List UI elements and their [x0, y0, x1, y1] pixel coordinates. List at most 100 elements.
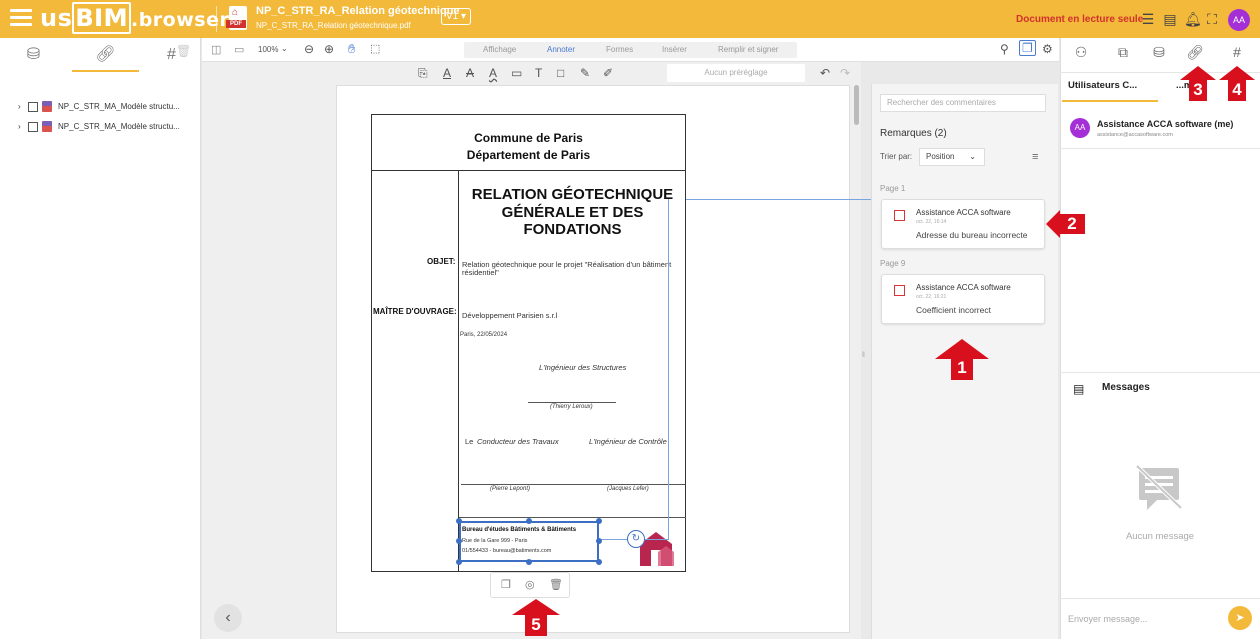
tree-item[interactable]: › NP_C_STR_MA_Modèle structu...	[18, 100, 180, 114]
resize-handle[interactable]	[596, 538, 602, 544]
hash-icon: #	[167, 46, 176, 63]
layers-icon[interactable]: ⧉	[1112, 44, 1134, 66]
panel-resize-handle[interactable]: ‖	[862, 352, 865, 359]
comment-card[interactable]: Assistance ACCA software oct. 22, 16:21 …	[881, 274, 1045, 324]
resize-handle[interactable]	[596, 559, 602, 565]
user-list-email: assistance@accasoftware.com	[1097, 132, 1173, 138]
trash-icon[interactable]: 🗑︎	[176, 44, 191, 58]
style-palette-icon[interactable]: ◎	[525, 578, 535, 591]
text-tool-icon[interactable]: T	[535, 66, 542, 80]
version-dropdown[interactable]: V1 ▾	[441, 8, 472, 25]
vertical-scrollbar[interactable]	[854, 85, 859, 125]
hamburger-menu-icon[interactable]	[10, 9, 32, 29]
objet-text-line2: résidentiel"	[462, 268, 499, 277]
users-icon[interactable]: ⚇	[1070, 44, 1092, 66]
link-icon[interactable]: 🔗︎	[1184, 44, 1206, 66]
doc-frame	[371, 114, 686, 572]
comments-search-input[interactable]: Rechercher des commentaires	[880, 94, 1046, 112]
comment-shape-icon	[894, 285, 905, 296]
sort-select[interactable]: Position ⌄	[919, 148, 985, 166]
redo-icon[interactable]: ↷	[840, 66, 850, 80]
tree-item[interactable]: › NP_C_STR_MA_Modèle structu...	[18, 120, 180, 134]
divider	[1060, 372, 1260, 373]
conducteur-prefix: Le	[465, 437, 474, 446]
document-title: NP_C_STR_RA_Relation géotechnique	[256, 5, 460, 17]
link-icon: 🔗︎	[95, 46, 116, 63]
comment-page-label: Page 1	[880, 184, 906, 193]
delete-icon[interactable]: 🗑︎	[549, 578, 563, 591]
pen-tool-icon[interactable]: ✎	[580, 66, 590, 80]
comment-card[interactable]: Assistance ACCA software oct. 22, 16:14 …	[881, 199, 1045, 249]
pan-hand-icon[interactable]: ✋︎	[348, 41, 355, 57]
comments-toggle-icon[interactable]: ❐	[1019, 40, 1036, 56]
message-icon: ▤	[1073, 382, 1085, 396]
topbar-separator	[216, 6, 217, 32]
database-icon[interactable]: ☰	[1140, 11, 1156, 27]
database-icon[interactable]: ⛁	[1148, 44, 1170, 66]
comment-note-icon[interactable]: ▭	[511, 66, 522, 80]
previous-page-button[interactable]: ‹	[214, 604, 242, 632]
comment-page-label: Page 9	[880, 259, 906, 268]
comment-author: Assistance ACCA software	[916, 283, 1011, 292]
preset-selector[interactable]: Aucun préréglage	[667, 64, 805, 82]
callout-2: 2	[1059, 214, 1085, 234]
page-view-icon[interactable]: ▭	[234, 43, 244, 56]
logo-us: us	[40, 4, 73, 32]
select-area-icon[interactable]: ⬚	[370, 42, 380, 55]
resize-handle[interactable]	[456, 559, 462, 565]
settings-gear-icon[interactable]: ⚙	[1042, 42, 1053, 56]
model-icon	[42, 121, 52, 133]
underline-icon[interactable]: A	[443, 66, 451, 80]
fullscreen-icon[interactable]: ⛶	[1204, 11, 1220, 27]
resize-handle[interactable]	[596, 518, 602, 524]
send-message-button[interactable]: ➤	[1228, 606, 1252, 630]
tab-inserer[interactable]: Insérer	[662, 45, 687, 54]
bell-icon[interactable]: 🔔︎	[1184, 11, 1202, 27]
resize-handle[interactable]	[456, 518, 462, 524]
selected-annotation-box[interactable]	[459, 521, 599, 562]
chevron-down-icon[interactable]: ⌄	[281, 44, 288, 53]
search-icon[interactable]: ⚲	[1000, 42, 1009, 56]
tab-remplir-signer[interactable]: Remplir et signer	[718, 45, 778, 54]
no-messages-icon	[1135, 464, 1183, 510]
zoom-select[interactable]: 100%	[258, 45, 278, 54]
checkbox[interactable]	[28, 121, 38, 132]
tab-models[interactable]: ⛁	[0, 38, 67, 72]
highlighter-tool-icon[interactable]: ✐	[603, 66, 613, 80]
resize-handle[interactable]	[456, 538, 462, 544]
zoom-in-icon[interactable]: ⊕	[324, 42, 334, 56]
callout-5: 5	[525, 614, 547, 636]
rotate-handle-icon[interactable]: ↻	[627, 530, 645, 548]
zoom-out-icon[interactable]: ⊖	[304, 42, 314, 56]
sidebar-toggle-icon[interactable]: ◫	[211, 43, 221, 56]
tab-annoter[interactable]: Annoter	[547, 45, 575, 54]
signer-pierre: (Pierre Lepont)	[490, 486, 531, 492]
tab-hashtags[interactable]: #	[138, 38, 205, 72]
checkbox[interactable]	[28, 101, 38, 112]
rectangle-tool-icon[interactable]: □	[557, 66, 564, 80]
user-avatar[interactable]: AA	[1228, 9, 1250, 31]
footer-divider	[459, 517, 686, 518]
text-style-icon[interactable]: ⎘	[418, 66, 428, 81]
doc-header-divider	[371, 170, 686, 171]
resize-handle[interactable]	[526, 559, 532, 565]
undo-icon[interactable]: ↶	[820, 66, 830, 80]
tab-links[interactable]: 🔗︎	[72, 38, 139, 72]
messages-title: Messages	[1102, 382, 1150, 393]
hash-icon[interactable]: #	[1226, 44, 1248, 66]
tab-users[interactable]: Utilisateurs C...	[1068, 80, 1137, 91]
tab-formes[interactable]: Formes	[606, 45, 633, 54]
message-input[interactable]: Envoyer message...	[1068, 614, 1148, 624]
tab-affichage[interactable]: Affichage	[483, 45, 516, 54]
stack-icon[interactable]: ▤	[1162, 11, 1178, 27]
pdf-file-icon: ⌂ PDF	[226, 6, 247, 30]
chevron-right-icon[interactable]: ›	[18, 100, 28, 114]
squiggly-icon[interactable]: A	[489, 66, 497, 80]
comment-icon[interactable]: ❐	[501, 578, 511, 591]
strikethrough-icon[interactable]: A	[466, 66, 474, 80]
chevron-right-icon[interactable]: ›	[18, 120, 28, 134]
filter-icon[interactable]: ≡	[1032, 151, 1038, 163]
comment-connector-line	[686, 199, 881, 200]
user-list-name: Assistance ACCA software (me)	[1097, 119, 1234, 129]
resize-handle[interactable]	[526, 518, 532, 524]
